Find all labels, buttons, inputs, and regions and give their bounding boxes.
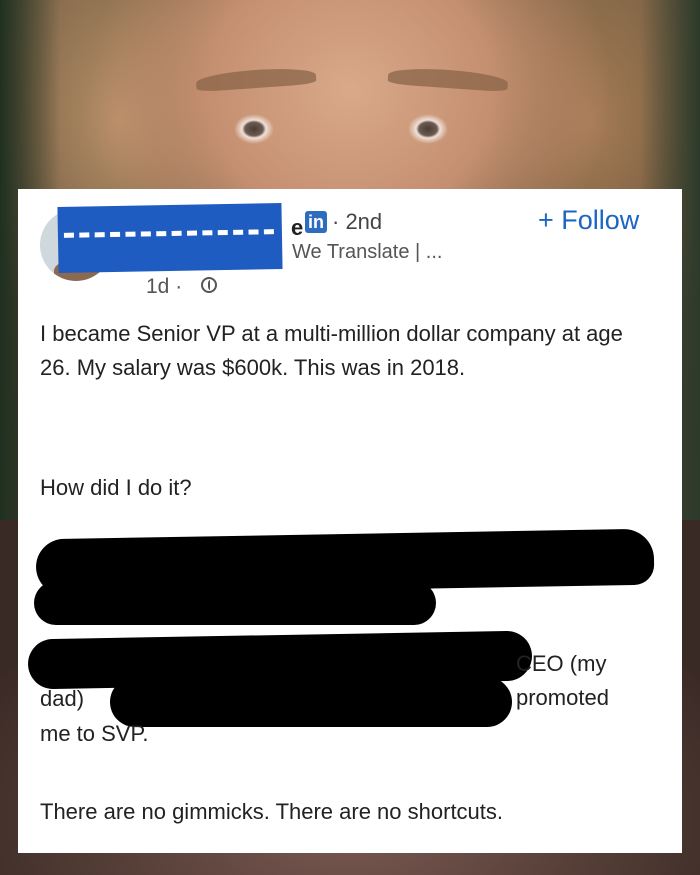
right-eye	[386, 112, 470, 146]
connection-degree: · 2nd	[332, 209, 383, 234]
author-headline: We Translate | ...	[292, 241, 443, 263]
post-body-ceo-fragment: CEO (my promoted	[516, 651, 609, 710]
post-card: e in · 2nd We Translate | ... + Follow 1…	[18, 189, 682, 853]
follow-button[interactable]: + Follow	[538, 205, 639, 236]
author-name-fragment[interactable]: e	[291, 215, 303, 241]
post-body-svp-fragment: me to SVP.	[40, 721, 149, 746]
post-timestamp: 1d ·	[146, 275, 183, 298]
post-body-paragraph-1: I became Senior VP at a multi-million do…	[40, 321, 623, 380]
post-body-paragraph-3: There are no gimmicks. There are no shor…	[40, 799, 504, 824]
text-redaction	[110, 677, 512, 727]
name-redaction	[57, 203, 283, 273]
post-body-paragraph-2: How did I do it?	[40, 475, 192, 500]
left-eye	[212, 112, 296, 146]
linkedin-icon: in	[305, 211, 327, 233]
globe-icon	[201, 277, 217, 293]
post-body-dad-fragment: dad)	[40, 686, 85, 711]
text-redaction	[34, 581, 436, 625]
